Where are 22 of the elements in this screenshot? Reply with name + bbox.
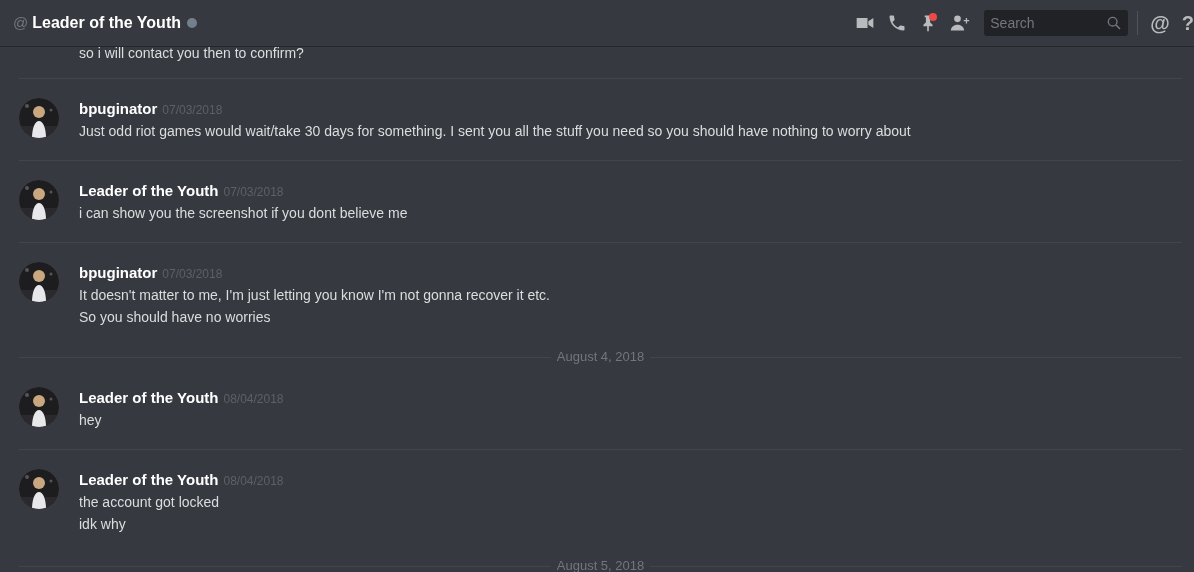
help-button[interactable]: ? [1181,8,1194,38]
at-sign: @ [13,12,29,33]
username[interactable]: Leader of the Youth [79,180,219,203]
search-icon [1106,15,1123,31]
phone-icon[interactable] [887,13,908,33]
add-friend-icon[interactable] [949,13,972,33]
mentions-button[interactable]: @ [1150,8,1170,38]
username[interactable]: Leader of the Youth [79,387,219,410]
message-text: i can show you the screenshot if you dont believe me [79,204,408,223]
message-text: idk why [79,515,127,534]
message-text: Just odd riot games would wait/take 30 days for something. I sent you all the stuff you need so you should have nothing to worry about [79,122,911,141]
date-divider: August 4, 2018 [555,348,646,367]
username[interactable]: bpuginator [79,262,158,285]
message-text: hey [79,411,103,430]
search-field[interactable]: Search [984,10,1129,36]
message-text: the account got locked [79,493,221,512]
username[interactable]: bpuginator [79,98,158,121]
message-text: So you should have no worries [79,308,272,327]
username[interactable]: Leader of the Youth [79,469,219,492]
message-text: so i will contact you then to confirm? [79,46,304,63]
channel-title: Leader of the Youth [32,13,181,33]
message-text: It doesn't matter to me, I'm just letting you know I'm not gonna recover it etc. [79,286,550,305]
